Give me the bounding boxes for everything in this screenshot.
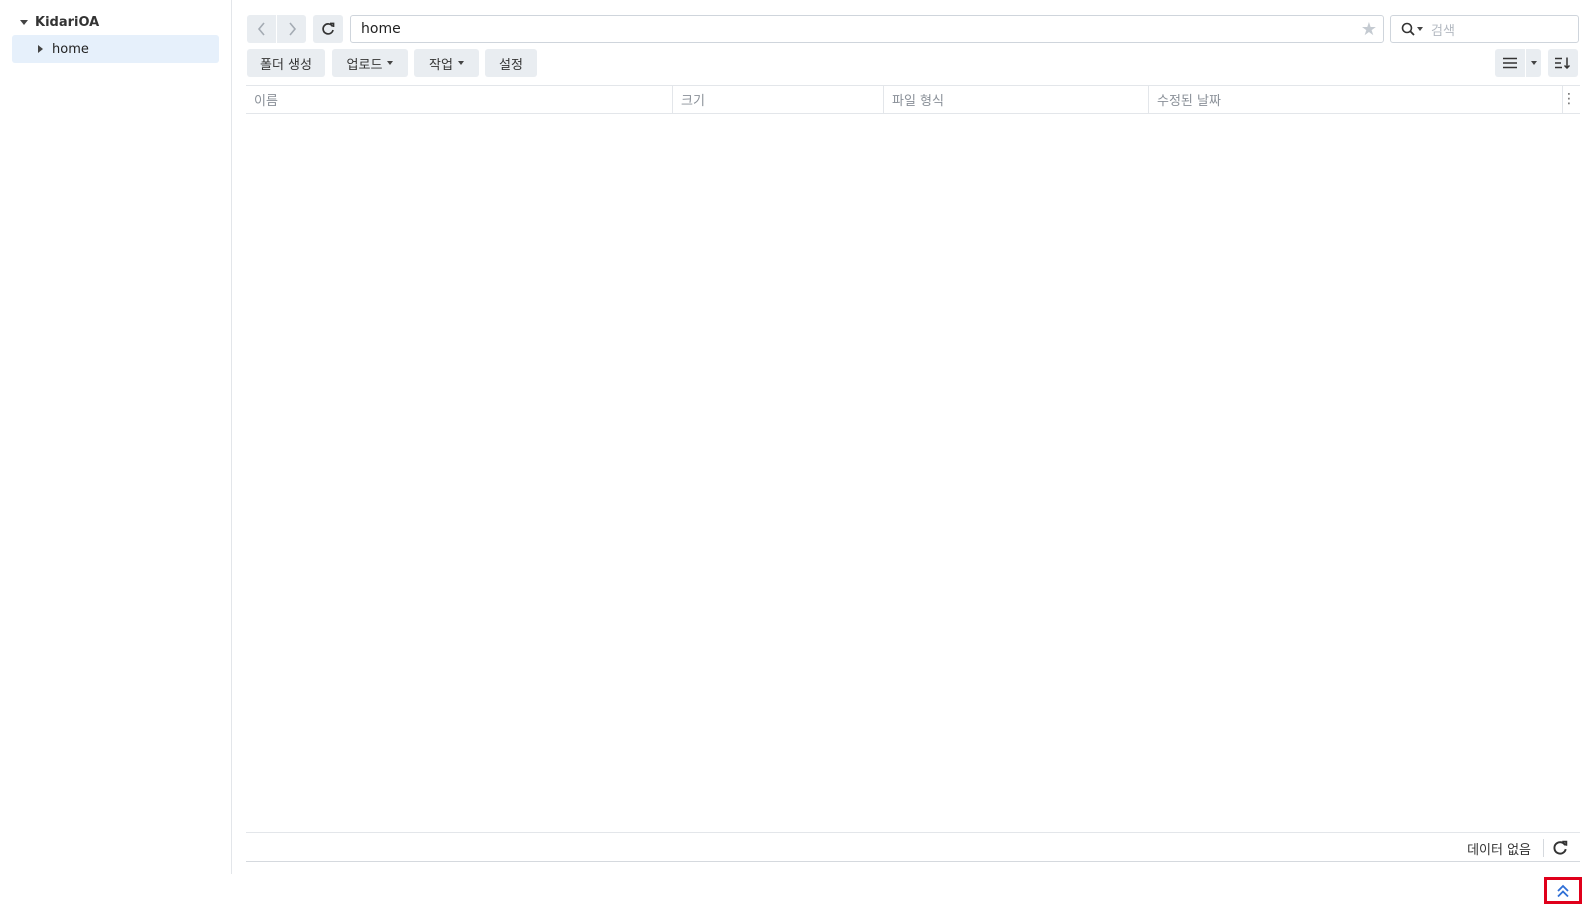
- upload-caret-icon: [387, 61, 394, 65]
- footer-refresh-icon[interactable]: [1552, 840, 1568, 856]
- refresh-icon: [322, 22, 335, 35]
- tree-root-kidarioa[interactable]: KidariOA: [20, 12, 99, 32]
- footer-bottom-border: [246, 861, 1580, 862]
- expand-triangle-icon[interactable]: [20, 19, 28, 25]
- view-mode-dropdown[interactable]: [1526, 49, 1541, 77]
- action-caret-icon: [457, 61, 464, 65]
- list-view-button[interactable]: [1495, 49, 1525, 77]
- refresh-button[interactable]: [313, 15, 343, 43]
- collapse-triangle-icon[interactable]: [38, 45, 43, 53]
- footer-divider: [246, 832, 1580, 833]
- upload-label: 업로드: [346, 57, 383, 73]
- tree-item-home[interactable]: home: [12, 35, 219, 63]
- status-text: 데이터 없음: [1467, 842, 1531, 858]
- chevron-right-icon: [288, 22, 296, 36]
- upload-button[interactable]: 업로드: [332, 49, 408, 77]
- column-header-modified-label: 수정된 날짜: [1157, 94, 1221, 109]
- column-header-name-label: 이름: [254, 94, 278, 109]
- tree-root-label: KidariOA: [35, 14, 100, 30]
- search-placeholder: 검색: [1431, 23, 1455, 39]
- create-folder-label: 폴더 생성: [260, 57, 312, 73]
- settings-button[interactable]: 설정: [485, 49, 537, 77]
- forward-button[interactable]: [277, 15, 306, 43]
- favorite-star-icon[interactable]: ★: [1361, 19, 1377, 40]
- column-menu-icon[interactable]: ⋮: [1562, 91, 1576, 107]
- action-label: 작업: [429, 57, 453, 73]
- sidebar-tree: KidariOA home: [0, 0, 232, 874]
- sort-button[interactable]: [1548, 49, 1578, 77]
- tree-item-label: home: [52, 41, 89, 57]
- back-button[interactable]: [247, 15, 276, 43]
- path-input[interactable]: home ★: [350, 15, 1384, 43]
- column-header-type[interactable]: 파일 형식: [884, 86, 1148, 113]
- path-text: home: [361, 21, 401, 37]
- column-header-name[interactable]: 이름: [246, 86, 672, 113]
- sort-icon: [1555, 57, 1571, 69]
- column-header-type-label: 파일 형식: [892, 94, 944, 109]
- search-input[interactable]: 검색: [1390, 15, 1579, 43]
- chevron-left-icon: [257, 22, 265, 36]
- view-caret-icon: [1530, 61, 1537, 65]
- footer-separator: [1543, 839, 1544, 857]
- scroll-to-top-button[interactable]: [1544, 877, 1582, 904]
- table-header: 이름 크기 파일 형식 수정된 날짜 ⋮: [246, 85, 1580, 114]
- double-chevron-up-icon: [1557, 884, 1569, 897]
- list-view-icon: [1503, 57, 1517, 69]
- settings-label: 설정: [499, 57, 523, 73]
- search-icon[interactable]: [1401, 22, 1415, 36]
- action-button[interactable]: 작업: [414, 49, 479, 77]
- column-header-size-label: 크기: [681, 94, 705, 109]
- file-browser-main: home ★ 검색 폴더 생성 업로드 작업 설정 이름 크기 파일 형식 수정…: [246, 0, 1580, 874]
- column-header-size[interactable]: 크기: [673, 86, 883, 113]
- create-folder-button[interactable]: 폴더 생성: [247, 49, 325, 77]
- search-options-caret-icon[interactable]: [1417, 27, 1423, 31]
- column-header-modified[interactable]: 수정된 날짜: [1149, 86, 1542, 113]
